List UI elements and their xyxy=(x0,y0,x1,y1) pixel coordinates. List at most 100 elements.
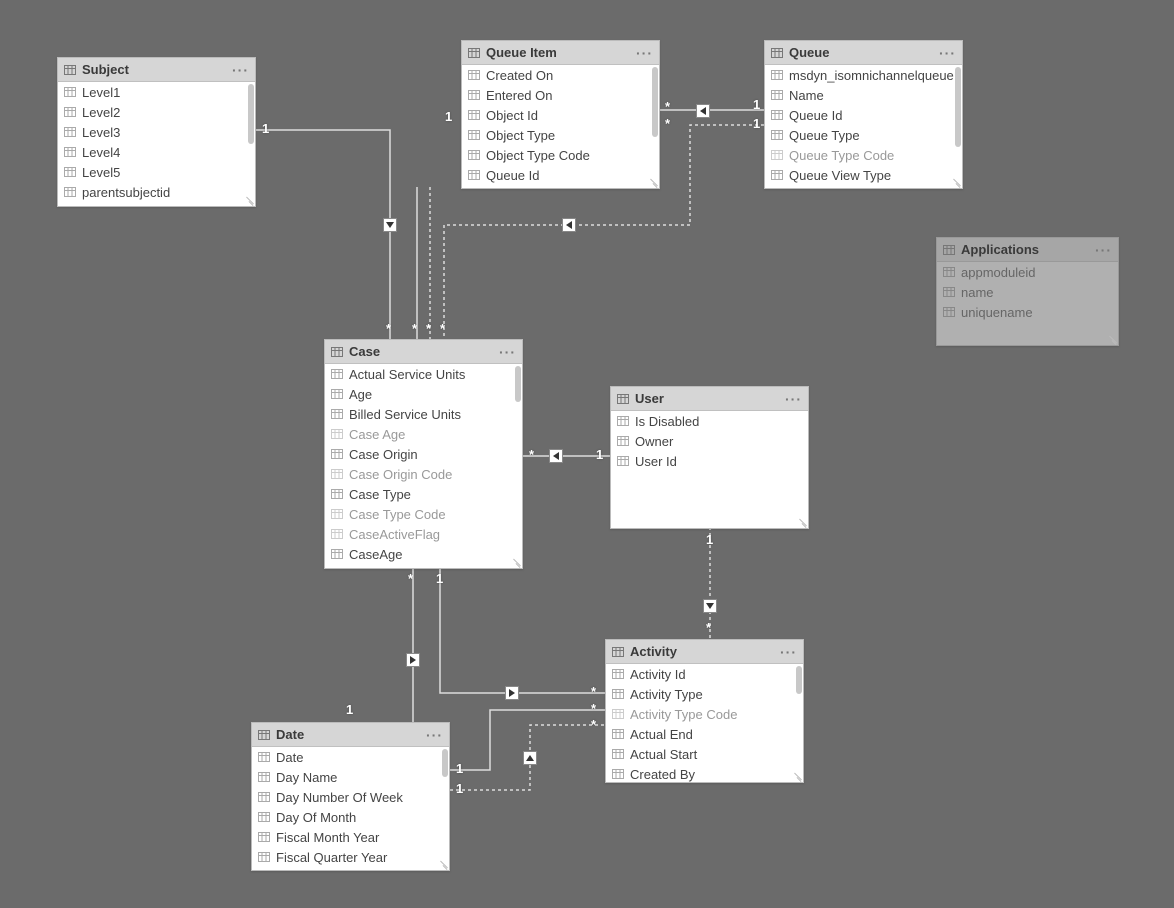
field-row[interactable]: Actual Start xyxy=(606,744,803,764)
field-row[interactable]: Queue Id xyxy=(765,105,962,125)
table-header[interactable]: User ··· xyxy=(611,387,808,411)
field-row[interactable]: Entered On xyxy=(462,85,659,105)
cardinality-one: 1 xyxy=(456,781,463,796)
table-header[interactable]: Date ··· xyxy=(252,723,449,747)
field-label: Actual Start xyxy=(630,747,697,762)
field-row[interactable]: Date xyxy=(252,747,449,767)
field-row[interactable]: Activity Type xyxy=(606,684,803,704)
field-label: Queue View Type xyxy=(789,168,891,183)
more-icon[interactable]: ··· xyxy=(426,727,443,743)
scrollbar-thumb[interactable] xyxy=(955,67,961,147)
field-row[interactable]: name xyxy=(937,282,1118,302)
table-activity[interactable]: Activity ··· Activity Id Activity Type A… xyxy=(605,639,804,783)
scrollbar-thumb[interactable] xyxy=(796,666,802,694)
table-header[interactable]: Applications ··· xyxy=(937,238,1118,262)
cardinality-many: * xyxy=(706,620,711,635)
more-icon[interactable]: ··· xyxy=(232,62,249,78)
field-row[interactable]: Billed Service Units xyxy=(325,404,522,424)
field-row[interactable]: Object Type Code xyxy=(462,145,659,165)
field-row[interactable]: Age xyxy=(325,384,522,404)
scrollbar-thumb[interactable] xyxy=(652,67,658,137)
field-row[interactable]: Level5 xyxy=(58,162,255,182)
field-row[interactable]: Case Origin Code xyxy=(325,464,522,484)
field-row[interactable]: parentsubjectid xyxy=(58,182,255,202)
field-row[interactable]: Level1 xyxy=(58,82,255,102)
field-row[interactable]: Actual End xyxy=(606,724,803,744)
field-row[interactable]: Actual Service Units xyxy=(325,364,522,384)
table-queue[interactable]: Queue ··· msdyn_isomnichannelqueue Name … xyxy=(764,40,963,189)
scrollbar-thumb[interactable] xyxy=(442,749,448,777)
field-row[interactable]: uniquename xyxy=(937,302,1118,322)
field-row[interactable]: Case Type xyxy=(325,484,522,504)
table-queue-item[interactable]: Queue Item ··· Created On Entered On Obj… xyxy=(461,40,660,189)
field-row[interactable]: appmoduleid xyxy=(937,262,1118,282)
field-row[interactable]: CaseAge xyxy=(325,544,522,564)
column-icon xyxy=(331,448,343,460)
cardinality-many: * xyxy=(440,321,445,336)
table-title: Queue xyxy=(789,45,933,60)
field-row[interactable]: Case Origin xyxy=(325,444,522,464)
field-label: Fiscal Quarter Year xyxy=(276,850,387,865)
direction-arrow xyxy=(549,449,563,463)
field-row[interactable]: Queue Id xyxy=(462,165,659,185)
field-row[interactable]: Queue Type xyxy=(765,125,962,145)
table-header[interactable]: Queue ··· xyxy=(765,41,962,65)
table-header[interactable]: Queue Item ··· xyxy=(462,41,659,65)
more-icon[interactable]: ··· xyxy=(939,45,956,61)
table-date[interactable]: Date ··· Date Day Name Day Number Of Wee… xyxy=(251,722,450,871)
field-row[interactable]: Object Type xyxy=(462,125,659,145)
field-label: Case Type xyxy=(349,487,411,502)
field-row[interactable]: Queue View Type xyxy=(765,165,962,185)
more-icon[interactable]: ··· xyxy=(780,644,797,660)
field-row[interactable]: Queue Type Code xyxy=(765,145,962,165)
field-row[interactable]: User Id xyxy=(611,451,808,471)
table-applications[interactable]: Applications ··· appmoduleid name unique… xyxy=(936,237,1119,346)
field-row[interactable]: Fiscal Month Year xyxy=(252,827,449,847)
field-row[interactable]: Owner xyxy=(611,431,808,451)
field-row[interactable]: Day Name xyxy=(252,767,449,787)
column-icon xyxy=(258,751,270,763)
field-row[interactable]: Activity Type Code xyxy=(606,704,803,724)
column-icon xyxy=(612,708,624,720)
table-subject[interactable]: Subject ··· Level1 Level2 Level3 Level4 … xyxy=(57,57,256,207)
table-icon xyxy=(617,393,629,405)
column-icon xyxy=(468,109,480,121)
field-row[interactable]: Case Type Code xyxy=(325,504,522,524)
more-icon[interactable]: ··· xyxy=(499,344,516,360)
column-icon xyxy=(64,166,76,178)
more-icon[interactable]: ··· xyxy=(636,45,653,61)
field-row[interactable]: msdyn_isomnichannelqueue xyxy=(765,65,962,85)
scrollbar-thumb[interactable] xyxy=(248,84,254,144)
table-header[interactable]: Case ··· xyxy=(325,340,522,364)
column-icon xyxy=(331,428,343,440)
column-icon xyxy=(943,266,955,278)
field-row[interactable]: Day Number Of Week xyxy=(252,787,449,807)
field-row[interactable]: Created On xyxy=(462,65,659,85)
table-case[interactable]: Case ··· Actual Service Units Age Billed… xyxy=(324,339,523,569)
more-icon[interactable]: ··· xyxy=(785,391,802,407)
column-icon xyxy=(943,306,955,318)
table-user[interactable]: User ··· Is Disabled Owner User Id xyxy=(610,386,809,529)
field-row[interactable]: Level3 xyxy=(58,122,255,142)
field-row[interactable]: Name xyxy=(765,85,962,105)
column-icon xyxy=(331,468,343,480)
more-icon[interactable]: ··· xyxy=(1095,242,1112,258)
field-label: Activity Type Code xyxy=(630,707,737,722)
table-header[interactable]: Activity ··· xyxy=(606,640,803,664)
field-row[interactable]: CaseActiveFlag xyxy=(325,524,522,544)
scrollbar-thumb[interactable] xyxy=(515,366,521,402)
column-icon xyxy=(258,791,270,803)
field-row[interactable]: Day Of Month xyxy=(252,807,449,827)
column-icon xyxy=(64,186,76,198)
table-header[interactable]: Subject ··· xyxy=(58,58,255,82)
field-row[interactable]: Fiscal Quarter Year xyxy=(252,847,449,867)
field-row[interactable]: Activity Id xyxy=(606,664,803,684)
field-row[interactable]: Is Disabled xyxy=(611,411,808,431)
field-row[interactable]: Level4 xyxy=(58,142,255,162)
field-row[interactable]: Object Id xyxy=(462,105,659,125)
field-row[interactable]: Created By xyxy=(606,764,803,782)
field-label: Billed Service Units xyxy=(349,407,461,422)
field-row[interactable]: Case Age xyxy=(325,424,522,444)
field-label: Actual Service Units xyxy=(349,367,465,382)
field-row[interactable]: Level2 xyxy=(58,102,255,122)
